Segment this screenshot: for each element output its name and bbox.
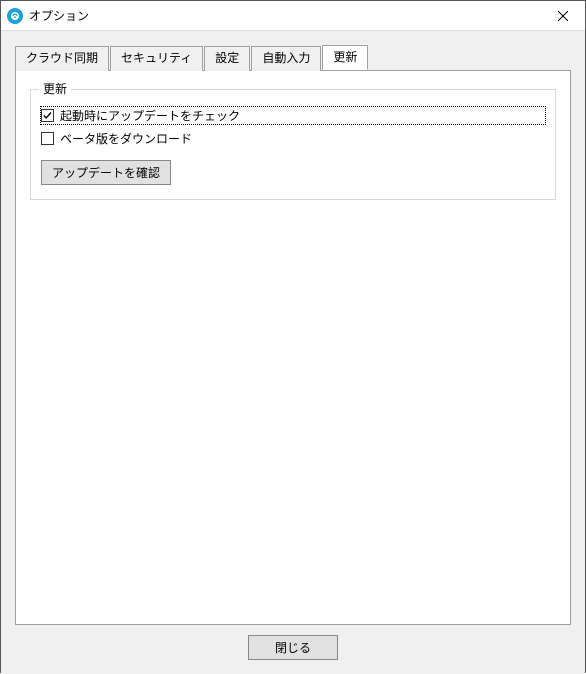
content-area: クラウド同期 セキュリティ 設定 自動入力 更新 更新 起動時にアップデートをチ…	[1, 31, 585, 674]
check-updates-button[interactable]: アップデートを確認	[41, 160, 171, 185]
tab-panel-update: 更新 起動時にアップデートをチェック ベータ版をダウンロード アップデートを確認	[15, 70, 571, 625]
tab-update[interactable]: 更新	[322, 45, 368, 70]
tab-row: クラウド同期 セキュリティ 設定 自動入力 更新	[15, 45, 571, 70]
checkbox-label: ベータ版をダウンロード	[60, 130, 192, 147]
checkmark-icon	[42, 110, 53, 121]
checkbox-beta-download[interactable]: ベータ版をダウンロード	[41, 130, 545, 147]
window-close-button[interactable]	[540, 1, 585, 31]
checkbox-startup-update[interactable]: 起動時にアップデートをチェック	[41, 107, 545, 124]
fieldset-legend: 更新	[39, 80, 71, 97]
update-fieldset: 更新 起動時にアップデートをチェック ベータ版をダウンロード アップデートを確認	[30, 89, 556, 200]
checkbox-label: 起動時にアップデートをチェック	[60, 107, 240, 124]
checkbox-box	[41, 109, 54, 122]
tab-settings[interactable]: 設定	[204, 46, 250, 71]
window-title: オプション	[29, 7, 89, 24]
checkbox-box	[41, 132, 54, 145]
tab-cloud-sync[interactable]: クラウド同期	[15, 46, 109, 71]
titlebar: オプション	[1, 1, 585, 31]
tab-autofill[interactable]: 自動入力	[251, 46, 321, 71]
app-icon	[7, 8, 23, 24]
dialog-footer: 閉じる	[15, 635, 571, 664]
close-icon	[558, 11, 568, 21]
close-button[interactable]: 閉じる	[248, 635, 338, 660]
tab-security[interactable]: セキュリティ	[110, 46, 203, 71]
